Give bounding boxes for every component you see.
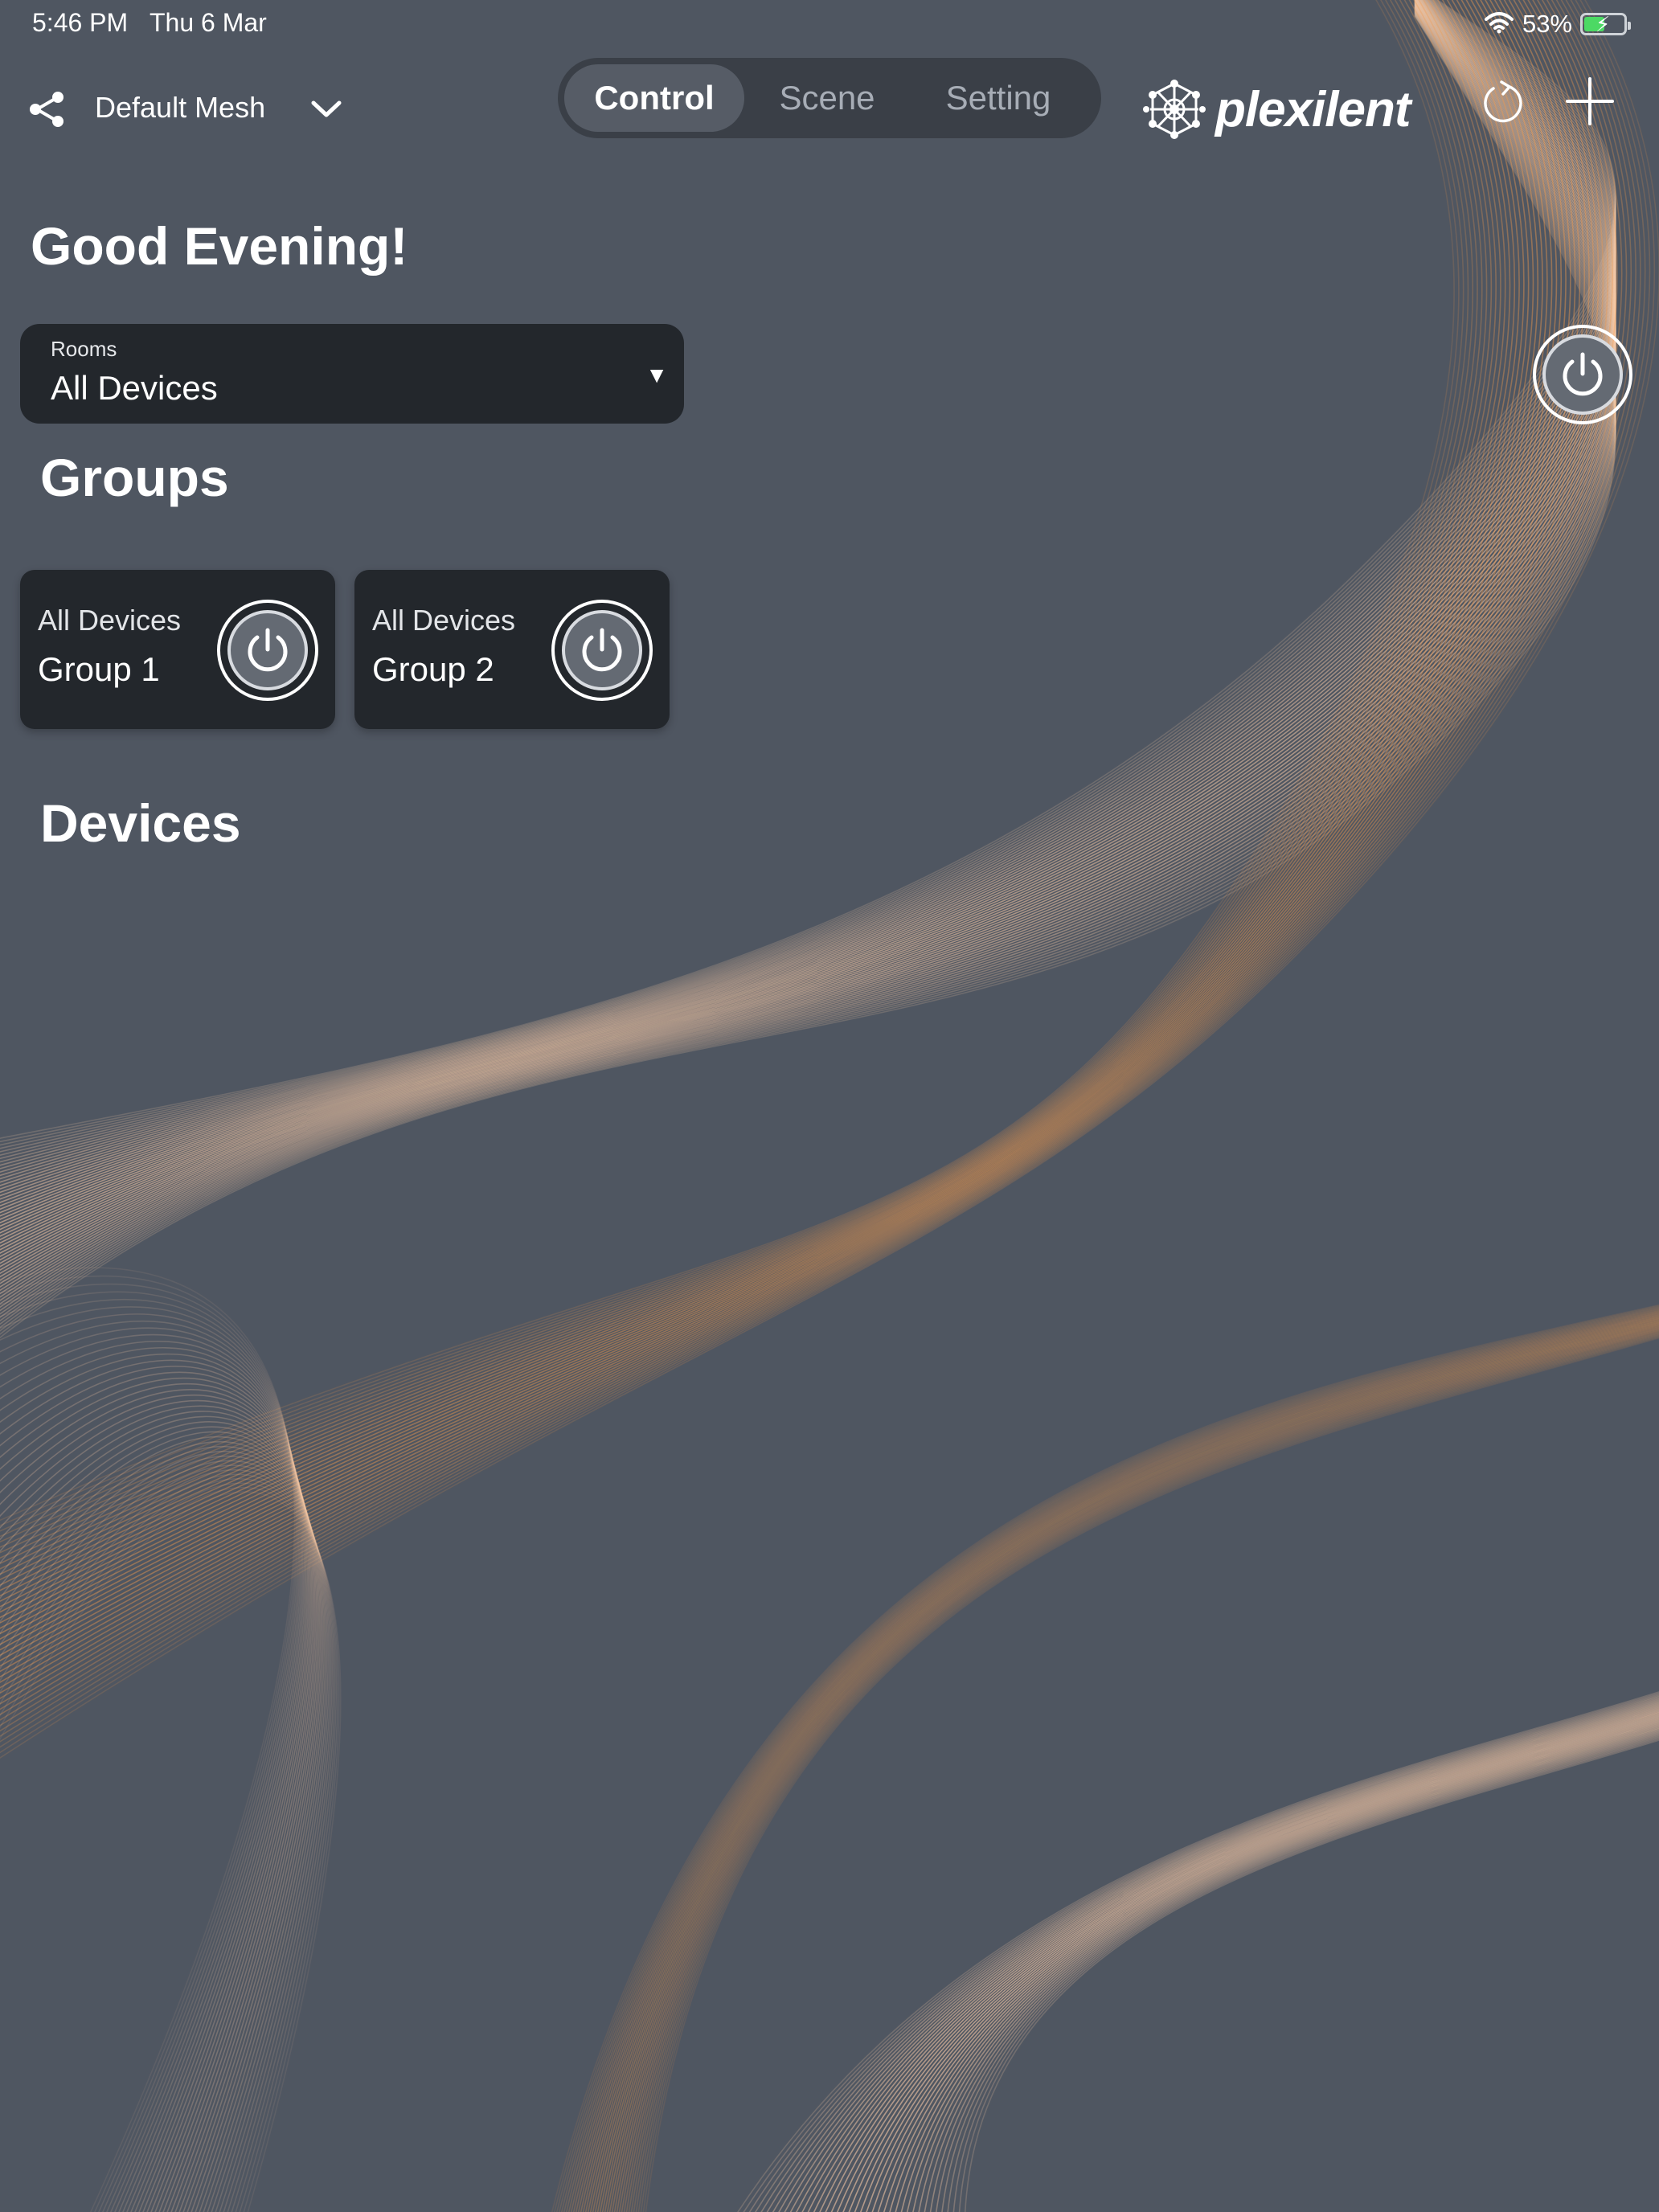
group-subtitle: All Devices [372, 604, 516, 637]
battery-percent: 53% [1522, 10, 1572, 38]
group-power-button[interactable] [216, 599, 319, 702]
share-button[interactable] [24, 87, 69, 132]
status-time: 5:46 PM [32, 8, 129, 37]
group-name: Group 2 [372, 650, 494, 688]
status-indicators: 53% ⚡ [1484, 8, 1631, 40]
add-button[interactable] [1559, 71, 1620, 132]
refresh-button[interactable] [1473, 74, 1530, 132]
wifi-icon [1484, 10, 1514, 39]
power-icon [1533, 325, 1632, 424]
power-icon [217, 600, 318, 701]
chevron-down-icon [311, 100, 342, 117]
plus-icon [1566, 77, 1614, 125]
tab-scene[interactable]: Scene [744, 64, 910, 132]
group-power-button[interactable] [551, 599, 653, 702]
charging-bolt-icon: ⚡ [1596, 12, 1611, 36]
mesh-selector-label[interactable]: Default Mesh [95, 91, 265, 125]
mode-segmented-control: Control Scene Setting [558, 58, 1101, 138]
group-name: Group 1 [38, 650, 160, 688]
status-bar: 5:46 PM Thu 6 Mar 53% ⚡ [0, 0, 1659, 48]
mesh-dropdown-button[interactable] [305, 88, 347, 130]
groups-heading: Groups [40, 448, 229, 507]
battery-icon: ⚡ [1580, 12, 1631, 36]
rooms-selected-value: All Devices [51, 369, 218, 407]
refresh-icon [1484, 80, 1522, 123]
brand-logo: plexilent [1141, 77, 1411, 141]
devices-heading: Devices [40, 793, 241, 853]
master-power-button[interactable] [1532, 324, 1633, 425]
rooms-label: Rooms [51, 337, 117, 361]
share-icon [30, 92, 63, 127]
brand-name: plexilent [1215, 81, 1411, 137]
caret-down-icon: ▼ [645, 363, 668, 387]
rooms-dropdown[interactable]: Rooms All Devices ▼ [20, 324, 684, 424]
group-card[interactable]: All Devices Group 1 [20, 570, 335, 729]
plexilent-logo-icon [1143, 80, 1206, 139]
tab-setting[interactable]: Setting [910, 64, 1087, 132]
greeting-heading: Good Evening! [31, 216, 408, 276]
group-subtitle: All Devices [38, 604, 182, 637]
power-icon [551, 600, 653, 701]
tab-control[interactable]: Control [564, 64, 744, 132]
status-date: Thu 6 Mar [150, 8, 267, 37]
group-card[interactable]: All Devices Group 2 [354, 570, 670, 729]
